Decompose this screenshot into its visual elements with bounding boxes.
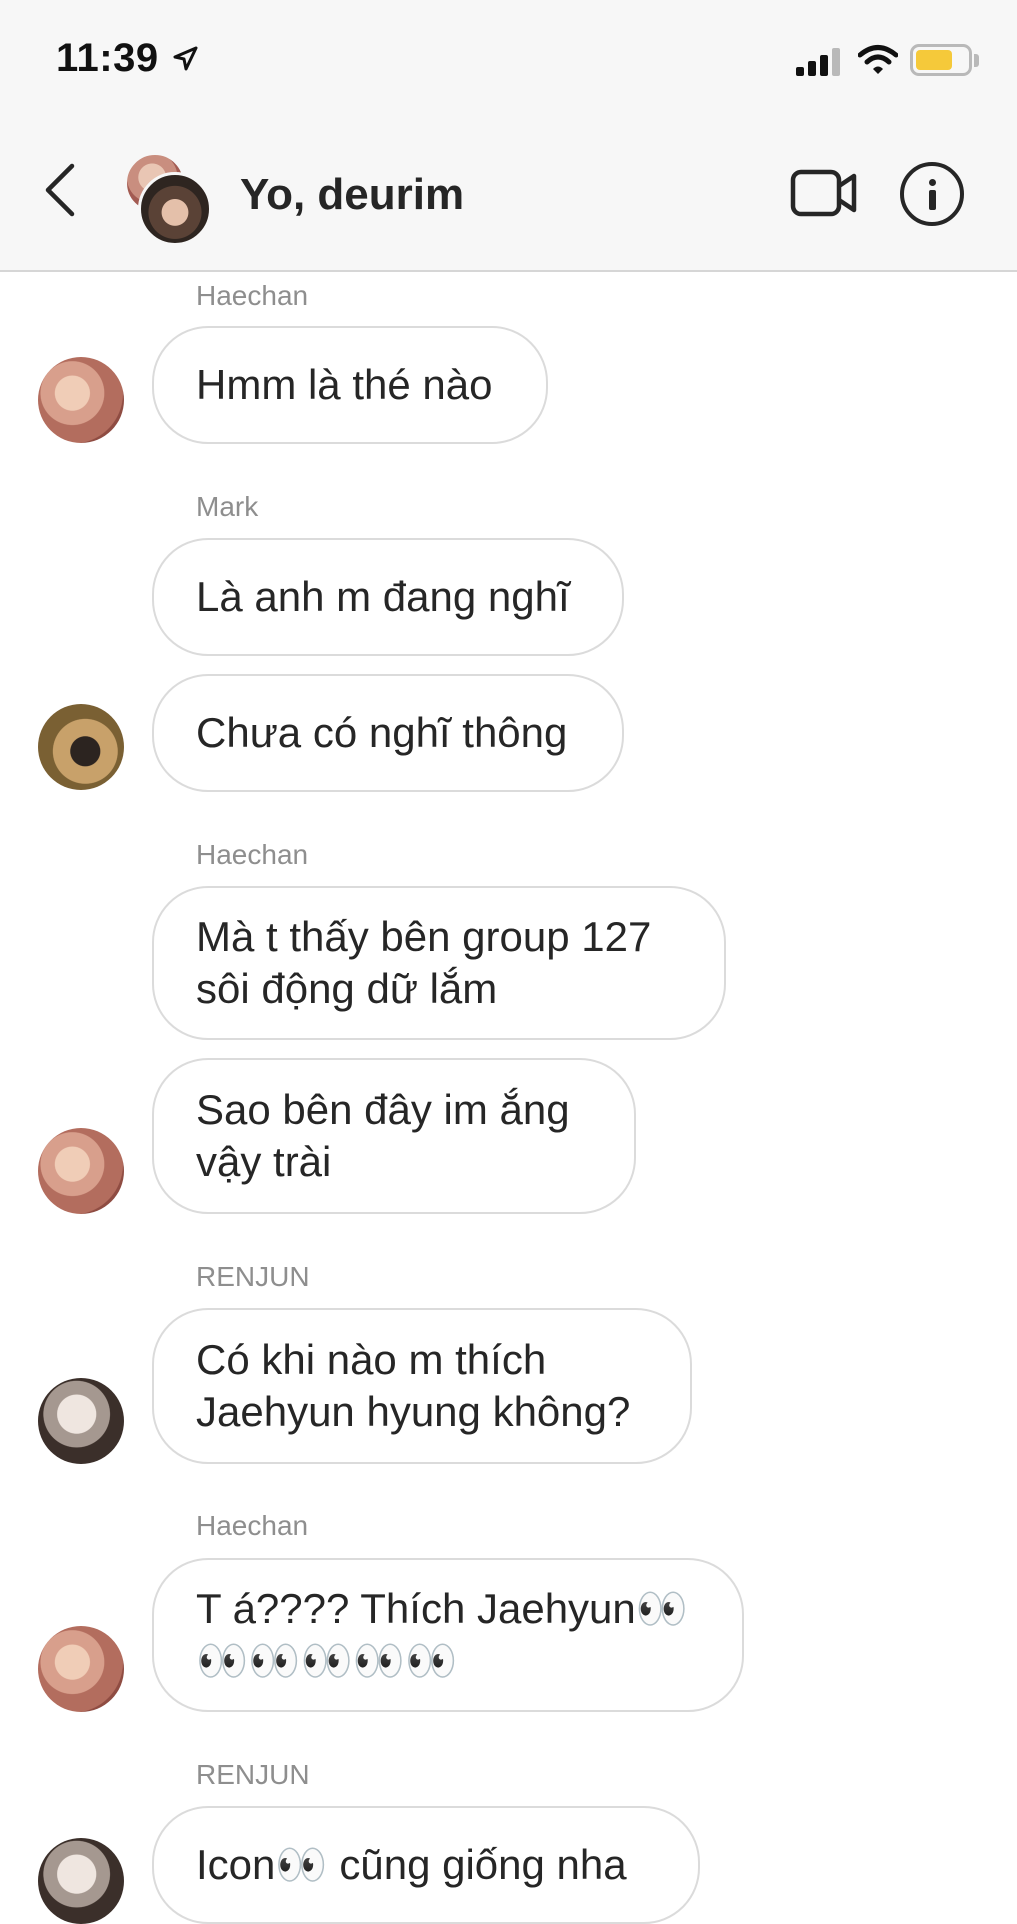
avatar[interactable] [38,1128,124,1214]
battery-cap [974,54,979,67]
status-bar: 11:39 [0,0,1017,110]
message-bubble[interactable]: Có khi nào m thích Jaehyun hyung không? [152,1308,692,1464]
location-arrow-icon [173,46,198,71]
message-bubble[interactable]: Chưa có nghĩ thông [152,674,624,792]
avatar[interactable] [38,1626,124,1712]
sender-name: Haechan [196,839,309,870]
wifi-icon [858,45,898,74]
sender-name: RENJUN [196,1261,310,1292]
message-bubble[interactable]: T á???? Thích Jaehyun👀 👀👀👀👀👀 [152,1558,744,1712]
status-time: 11:39 [56,36,159,80]
battery-icon [910,44,972,76]
message-bubble[interactable]: Hmm là thé nào [152,326,548,444]
message-bubble[interactable]: Icon👀 cũng giống nha [152,1806,700,1924]
sender-name: Haechan [196,280,309,311]
avatar[interactable] [38,1378,124,1464]
message-bubble[interactable]: Sao bên đây im ắng vậy trài [152,1058,636,1214]
group-avatar[interactable] [124,152,214,246]
signal-icon [796,48,842,76]
message-bubble[interactable]: Là anh m đang nghĩ [152,538,624,656]
chat-header: Yo, deurim [0,110,1017,272]
sender-name: RENJUN [196,1759,310,1790]
sender-name: Mark [196,491,259,522]
message-bubble[interactable]: Mà t thấy bên group 127 sôi động dữ lắm [152,886,726,1040]
group-avatar-front [138,172,212,246]
video-camera-icon[interactable] [790,168,858,218]
avatar[interactable] [38,1838,124,1924]
back-chevron-icon[interactable] [40,160,80,220]
chat-title[interactable]: Yo, deurim [240,170,464,220]
avatar[interactable] [38,704,124,790]
avatar[interactable] [38,357,124,443]
sender-name: Haechan [196,1510,309,1541]
info-icon[interactable] [900,162,964,226]
